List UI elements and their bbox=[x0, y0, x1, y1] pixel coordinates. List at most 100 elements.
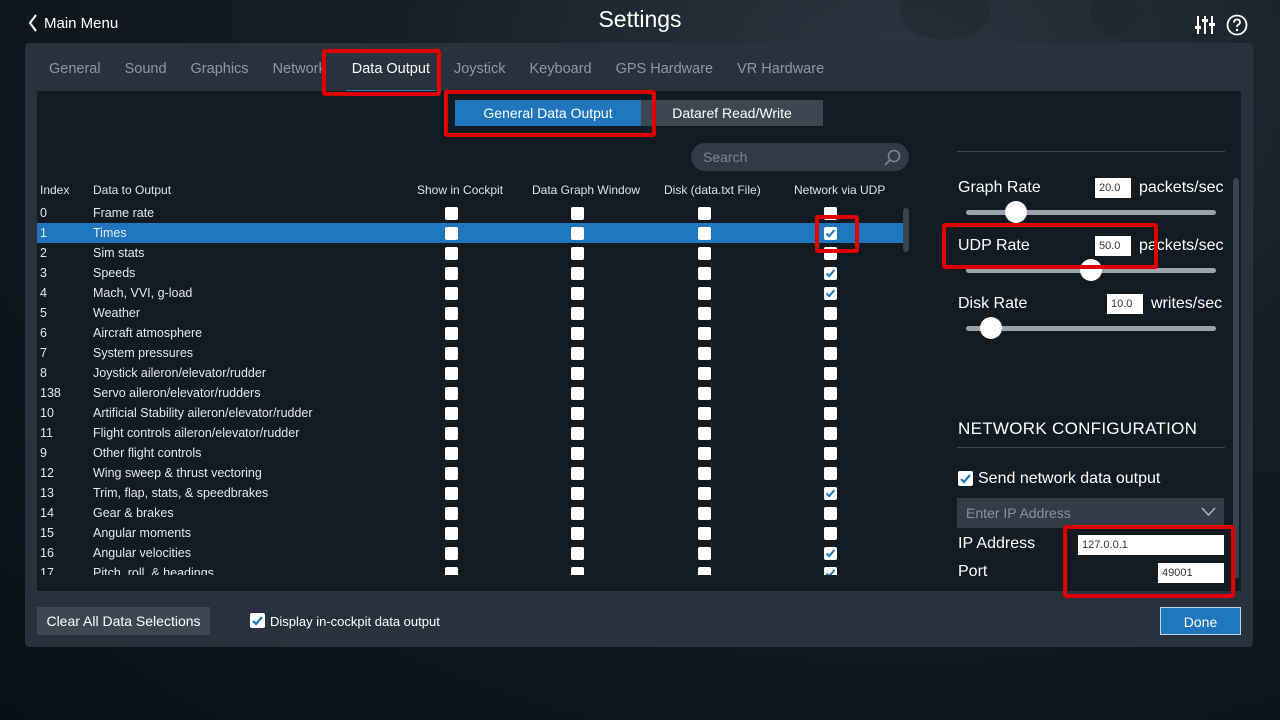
disk-checkbox[interactable] bbox=[698, 447, 711, 460]
cockpit-checkbox[interactable] bbox=[445, 467, 458, 480]
graph-checkbox[interactable] bbox=[571, 287, 584, 300]
tab-vr-hardware[interactable]: VR Hardware bbox=[725, 55, 836, 91]
cockpit-checkbox[interactable] bbox=[445, 207, 458, 220]
cockpit-checkbox[interactable] bbox=[445, 247, 458, 260]
graph-checkbox[interactable] bbox=[571, 547, 584, 560]
udp-checkbox[interactable] bbox=[824, 387, 837, 400]
cockpit-checkbox[interactable] bbox=[445, 347, 458, 360]
table-row[interactable]: 8 Joystick aileron/elevator/rudder bbox=[37, 363, 903, 383]
graph-checkbox[interactable] bbox=[571, 467, 584, 480]
udp-checkbox[interactable] bbox=[824, 547, 837, 560]
cockpit-checkbox[interactable] bbox=[445, 487, 458, 500]
disk-checkbox[interactable] bbox=[698, 387, 711, 400]
disk-checkbox[interactable] bbox=[698, 327, 711, 340]
disk-checkbox[interactable] bbox=[698, 487, 711, 500]
udp-checkbox[interactable] bbox=[824, 247, 837, 260]
cockpit-checkbox[interactable] bbox=[445, 427, 458, 440]
graph-checkbox[interactable] bbox=[571, 247, 584, 260]
disk-rate-slider-track[interactable] bbox=[966, 326, 1216, 331]
table-row[interactable]: 0 Frame rate bbox=[37, 203, 903, 223]
subtab-general-data-output[interactable]: General Data Output bbox=[455, 100, 641, 126]
table-row[interactable]: 6 Aircraft atmosphere bbox=[37, 323, 903, 343]
tab-keyboard[interactable]: Keyboard bbox=[518, 55, 604, 91]
disk-checkbox[interactable] bbox=[698, 567, 711, 575]
table-row[interactable]: 17 Pitch, roll, & headings bbox=[37, 563, 903, 575]
disk-checkbox[interactable] bbox=[698, 287, 711, 300]
table-row[interactable]: 2 Sim stats bbox=[37, 243, 903, 263]
udp-rate-slider-thumb[interactable] bbox=[1080, 259, 1102, 281]
tab-data-output[interactable]: Data Output bbox=[340, 55, 442, 93]
subtab-dataref-read-write[interactable]: Dataref Read/Write bbox=[641, 100, 823, 126]
cockpit-checkbox[interactable] bbox=[445, 367, 458, 380]
cockpit-checkbox[interactable] bbox=[445, 407, 458, 420]
tab-general[interactable]: General bbox=[37, 55, 113, 91]
disk-checkbox[interactable] bbox=[698, 267, 711, 280]
table-row[interactable]: 13 Trim, flap, stats, & speedbrakes bbox=[37, 483, 903, 503]
graph-checkbox[interactable] bbox=[571, 267, 584, 280]
disk-checkbox[interactable] bbox=[698, 347, 711, 360]
done-button[interactable]: Done bbox=[1160, 607, 1241, 635]
table-row[interactable]: 7 System pressures bbox=[37, 343, 903, 363]
graph-checkbox[interactable] bbox=[571, 447, 584, 460]
disk-checkbox[interactable] bbox=[698, 227, 711, 240]
tab-network[interactable]: Network bbox=[261, 55, 338, 91]
graph-checkbox[interactable] bbox=[571, 347, 584, 360]
graph-checkbox[interactable] bbox=[571, 327, 584, 340]
udp-checkbox[interactable] bbox=[824, 367, 837, 380]
settings-scrollbar[interactable] bbox=[1233, 178, 1239, 578]
disk-checkbox[interactable] bbox=[698, 467, 711, 480]
cockpit-checkbox[interactable] bbox=[445, 327, 458, 340]
cockpit-checkbox[interactable] bbox=[445, 567, 458, 575]
disk-checkbox[interactable] bbox=[698, 527, 711, 540]
disk-checkbox[interactable] bbox=[698, 367, 711, 380]
cockpit-checkbox[interactable] bbox=[445, 547, 458, 560]
disk-checkbox[interactable] bbox=[698, 307, 711, 320]
graph-rate-slider-thumb[interactable] bbox=[1005, 201, 1027, 223]
table-row[interactable]: 1 Times bbox=[37, 223, 903, 243]
disk-checkbox[interactable] bbox=[698, 427, 711, 440]
table-row[interactable]: 5 Weather bbox=[37, 303, 903, 323]
graph-rate-input[interactable]: 20.0 bbox=[1095, 178, 1131, 198]
udp-checkbox[interactable] bbox=[824, 567, 837, 575]
table-row[interactable]: 4 Mach, VVI, g-load bbox=[37, 283, 903, 303]
udp-checkbox[interactable] bbox=[824, 487, 837, 500]
disk-checkbox[interactable] bbox=[698, 507, 711, 520]
table-row[interactable]: 11 Flight controls aileron/elevator/rudde… bbox=[37, 423, 903, 443]
udp-checkbox[interactable] bbox=[824, 467, 837, 480]
graph-checkbox[interactable] bbox=[571, 387, 584, 400]
tab-graphics[interactable]: Graphics bbox=[179, 55, 261, 91]
graph-checkbox[interactable] bbox=[571, 307, 584, 320]
table-row[interactable]: 3 Speeds bbox=[37, 263, 903, 283]
table-row[interactable]: 12 Wing sweep & thrust vectoring bbox=[37, 463, 903, 483]
cockpit-checkbox[interactable] bbox=[445, 507, 458, 520]
udp-checkbox[interactable] bbox=[824, 267, 837, 280]
table-scrollbar[interactable] bbox=[903, 208, 909, 252]
table-row[interactable]: 10 Artificial Stability aileron/elevator/… bbox=[37, 403, 903, 423]
udp-checkbox[interactable] bbox=[824, 227, 837, 240]
udp-checkbox[interactable] bbox=[824, 407, 837, 420]
tab-gps-hardware[interactable]: GPS Hardware bbox=[604, 55, 726, 91]
udp-checkbox[interactable] bbox=[824, 307, 837, 320]
graph-checkbox[interactable] bbox=[571, 507, 584, 520]
sliders-icon[interactable] bbox=[1194, 14, 1216, 36]
table-row[interactable]: 14 Gear & brakes bbox=[37, 503, 903, 523]
ip-address-dropdown[interactable]: Enter IP Address bbox=[957, 498, 1224, 528]
cockpit-checkbox[interactable] bbox=[445, 267, 458, 280]
table-row[interactable]: 16 Angular velocities bbox=[37, 543, 903, 563]
udp-checkbox[interactable] bbox=[824, 527, 837, 540]
cockpit-checkbox[interactable] bbox=[445, 287, 458, 300]
disk-checkbox[interactable] bbox=[698, 407, 711, 420]
graph-rate-slider-track[interactable] bbox=[966, 210, 1216, 215]
table-row[interactable]: 9 Other flight controls bbox=[37, 443, 903, 463]
disk-rate-slider-thumb[interactable] bbox=[980, 317, 1002, 339]
cockpit-checkbox[interactable] bbox=[445, 387, 458, 400]
graph-checkbox[interactable] bbox=[571, 367, 584, 380]
tab-joystick[interactable]: Joystick bbox=[442, 55, 518, 91]
udp-checkbox[interactable] bbox=[824, 427, 837, 440]
table-row[interactable]: 138 Servo aileron/elevator/rudders bbox=[37, 383, 903, 403]
graph-checkbox[interactable] bbox=[571, 567, 584, 575]
udp-checkbox[interactable] bbox=[824, 507, 837, 520]
udp-checkbox[interactable] bbox=[824, 327, 837, 340]
disk-checkbox[interactable] bbox=[698, 207, 711, 220]
help-icon[interactable] bbox=[1226, 14, 1248, 36]
